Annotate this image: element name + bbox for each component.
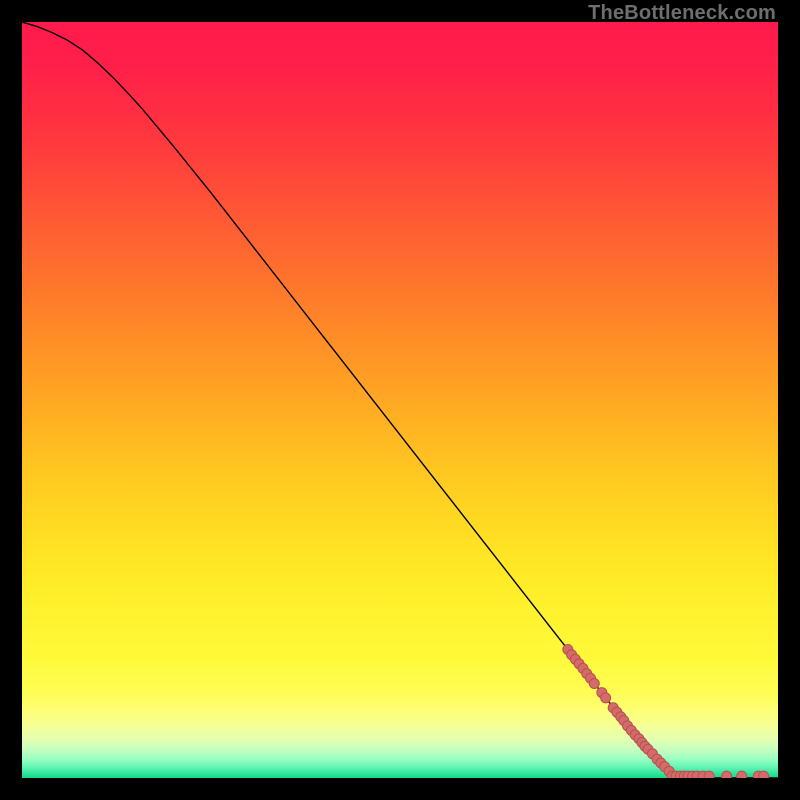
data-marker bbox=[737, 771, 747, 778]
data-marker bbox=[589, 679, 599, 689]
marker-layer bbox=[22, 22, 778, 778]
chart-stage: TheBottleneck.com bbox=[0, 0, 800, 800]
data-marker bbox=[722, 771, 732, 778]
data-marker bbox=[704, 771, 714, 778]
data-marker bbox=[759, 771, 769, 778]
plot-area bbox=[22, 22, 778, 778]
marker-group bbox=[563, 644, 769, 778]
plot-frame bbox=[22, 22, 778, 778]
data-marker bbox=[601, 693, 611, 703]
